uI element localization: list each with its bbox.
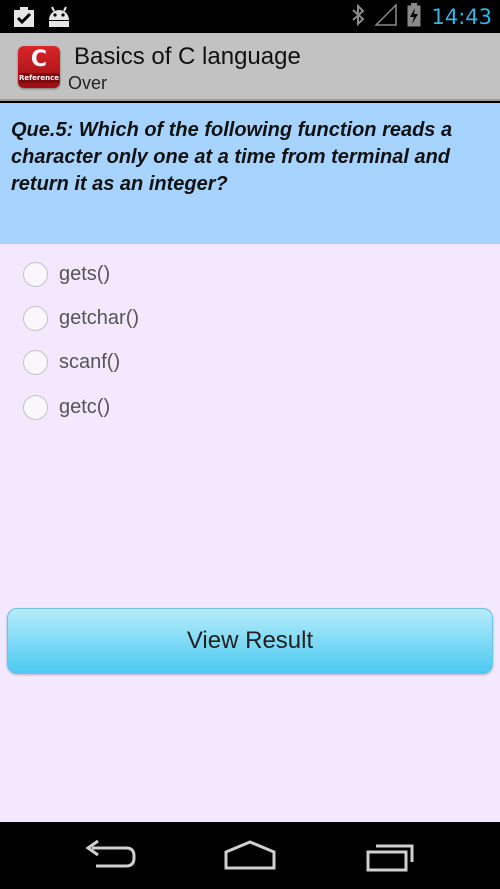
radio-button[interactable] — [23, 349, 48, 375]
option-label: gets() — [59, 262, 111, 285]
radio-button[interactable] — [23, 394, 48, 420]
option-label: scanf() — [59, 350, 121, 373]
question-panel: Que.5: Which of the following function r… — [0, 103, 500, 244]
option-getc[interactable]: getc() — [23, 392, 110, 422]
option-label: getchar() — [59, 306, 140, 329]
signal-icon — [374, 2, 398, 30]
action-bar: C Reference Basics of C language Over — [0, 33, 500, 101]
view-result-button[interactable]: View Result — [7, 608, 493, 674]
battery-charging-icon — [407, 2, 421, 31]
app-title: Basics of C language — [74, 43, 301, 70]
home-icon[interactable] — [218, 838, 282, 874]
navigation-bar — [0, 822, 500, 889]
app-subtitle: Over — [68, 73, 108, 93]
option-gets[interactable]: gets() — [23, 259, 110, 289]
answer-area: gets() getchar() scanf() getc() View Res… — [0, 244, 500, 822]
option-label: getc() — [59, 395, 111, 418]
app-logo[interactable]: C Reference — [18, 46, 60, 88]
option-scanf[interactable]: scanf() — [23, 347, 120, 377]
back-icon[interactable] — [78, 838, 142, 874]
question-text: Que.5: Which of the following function r… — [11, 119, 453, 195]
android-icon — [46, 6, 72, 32]
status-bar: 14:43 — [0, 0, 500, 33]
notification-icons — [12, 6, 72, 32]
view-result-label: View Result — [186, 627, 314, 654]
clock: 14:43 — [431, 4, 492, 29]
app-logo-caption: Reference — [19, 73, 60, 83]
recent-apps-icon[interactable] — [358, 838, 422, 874]
app-logo-letter: C — [30, 47, 48, 72]
clipboard-check-icon — [12, 6, 36, 32]
option-getchar[interactable]: getchar() — [23, 303, 139, 333]
radio-button[interactable] — [23, 261, 48, 287]
bluetooth-icon — [351, 3, 365, 30]
radio-button[interactable] — [23, 305, 48, 331]
system-status: 14:43 — [351, 0, 492, 33]
